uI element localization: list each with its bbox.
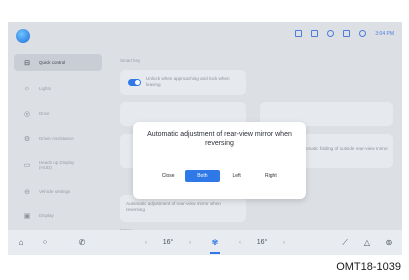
fold-mirror-label: Automatic folding of outside rear-view m… xyxy=(298,146,388,151)
app-logo-icon[interactable] xyxy=(16,29,30,43)
profile-icon[interactable] xyxy=(295,30,303,37)
phone-icon: ✆ xyxy=(78,238,86,247)
right-temp-up[interactable]: › xyxy=(278,230,290,255)
sidebar-item-label: Display xyxy=(39,213,54,218)
option-both-button[interactable]: Both xyxy=(185,170,220,182)
sidebar-item-hud[interactable]: ▭ Heads up Display (HUD) xyxy=(14,156,102,173)
mirror-option-selector: Close Both Left Right xyxy=(151,170,288,182)
vehicle-settings-icon: ⊖ xyxy=(24,188,30,196)
adjust-mirror-card[interactable]: Automatic adjustment of rear-view mirror… xyxy=(120,195,246,222)
signal-icon xyxy=(343,30,351,37)
seat-button[interactable]: ⟋ xyxy=(334,230,356,255)
clock: 3:04 PM xyxy=(375,30,394,37)
smart-key-section-title: Smart key xyxy=(120,58,141,63)
phone-button[interactable]: ✆ xyxy=(72,230,92,255)
figure-caption: OMT18-1039 xyxy=(336,261,401,273)
sidebar-item-label: Driver Assistance xyxy=(39,136,74,141)
hud-icon: ▭ xyxy=(23,161,31,169)
alert-button[interactable]: △ xyxy=(356,230,378,255)
left-temp-up[interactable]: › xyxy=(184,230,196,255)
steering-wheel-icon: ◎ xyxy=(23,110,31,118)
sidebar-item-label: Lights xyxy=(39,86,52,91)
option-close-button[interactable]: Close xyxy=(151,170,185,182)
home-icon: ⌂ xyxy=(18,238,24,247)
unlock-approach-label: Unlock when approaching and lock when le… xyxy=(146,76,230,87)
sidebar-item-label: Drive xyxy=(39,111,50,116)
sidebar-item-label: Quick control xyxy=(39,60,66,65)
left-temp-down[interactable]: ‹ xyxy=(140,230,152,255)
home-button[interactable]: ⌂ xyxy=(10,230,32,255)
option-left-button[interactable]: Left xyxy=(220,170,254,182)
fan-icon: ✾ xyxy=(211,238,219,247)
sidebar-item-driver-assistance[interactable]: ⚙ Driver Assistance xyxy=(14,130,102,147)
apps-button[interactable]: ⁘ xyxy=(32,230,58,255)
sidebar-item-label: Vehicle settings xyxy=(39,189,71,194)
seat-icon: ⟋ xyxy=(342,237,348,247)
sidebar-item-label: Heads up Display (HUD) xyxy=(39,159,75,170)
chevron-right-icon: › xyxy=(283,239,285,246)
adjust-mirror-label: Automatic adjustment of rear-view mirror… xyxy=(126,201,221,212)
sidebar-item-drive[interactable]: ◎ Drive xyxy=(14,105,102,122)
unlock-approach-toggle[interactable] xyxy=(128,79,141,86)
warning-triangle-icon: △ xyxy=(363,238,371,247)
status-bar: 3:04 PM xyxy=(8,22,402,50)
right-temperature-value: 16° xyxy=(256,239,268,246)
bottom-dock: ⌂ ⁘ ✆ ‹ 16° › ✾ ‹ 16° › ⟋ △ ⊚ xyxy=(8,230,402,255)
bluetooth-icon xyxy=(359,30,367,37)
sidebar-item-vehicle-settings[interactable]: ⊖ Vehicle settings xyxy=(14,183,102,200)
right-temp-down[interactable]: ‹ xyxy=(234,230,246,255)
unlock-approach-card[interactable]: Unlock when approaching and lock when le… xyxy=(120,70,246,95)
apps-grid-icon: ⁘ xyxy=(41,238,49,247)
light-icon: ☼ xyxy=(23,85,31,92)
sidebar-item-lights[interactable]: ☼ Lights xyxy=(14,80,102,97)
chevron-left-icon: ‹ xyxy=(145,239,147,246)
settings-button[interactable]: ⊚ xyxy=(378,230,400,255)
infotainment-screen: 3:04 PM ⊟ Quick control ☼ Lights ◎ Drive… xyxy=(8,22,402,255)
car-icon: ⊟ xyxy=(24,59,30,67)
fan-active-indicator xyxy=(210,252,220,254)
settings-sidebar: ⊟ Quick control ☼ Lights ◎ Drive ⚙ Drive… xyxy=(8,50,108,230)
option-right-button[interactable]: Right xyxy=(254,170,288,182)
chevron-right-icon: › xyxy=(189,239,191,246)
message-icon[interactable] xyxy=(311,30,319,37)
status-icons: 3:04 PM xyxy=(295,30,394,37)
left-temperature-value: 16° xyxy=(162,239,174,246)
right-temperature: 16° xyxy=(246,230,278,255)
display-icon: ▣ xyxy=(23,212,31,220)
sidebar-item-quick-control[interactable]: ⊟ Quick control xyxy=(14,54,102,71)
mirror-adjust-dialog: Automatic adjustment of rear-view mirror… xyxy=(133,122,306,199)
location-icon xyxy=(327,30,335,37)
left-temperature: 16° xyxy=(152,230,184,255)
driver-assist-icon: ⚙ xyxy=(23,135,31,143)
chevron-left-icon: ‹ xyxy=(239,239,241,246)
settings-icon: ⊚ xyxy=(385,238,393,247)
dialog-title: Automatic adjustment of rear-view mirror… xyxy=(147,131,292,147)
sidebar-item-display[interactable]: ▣ Display xyxy=(14,207,102,224)
